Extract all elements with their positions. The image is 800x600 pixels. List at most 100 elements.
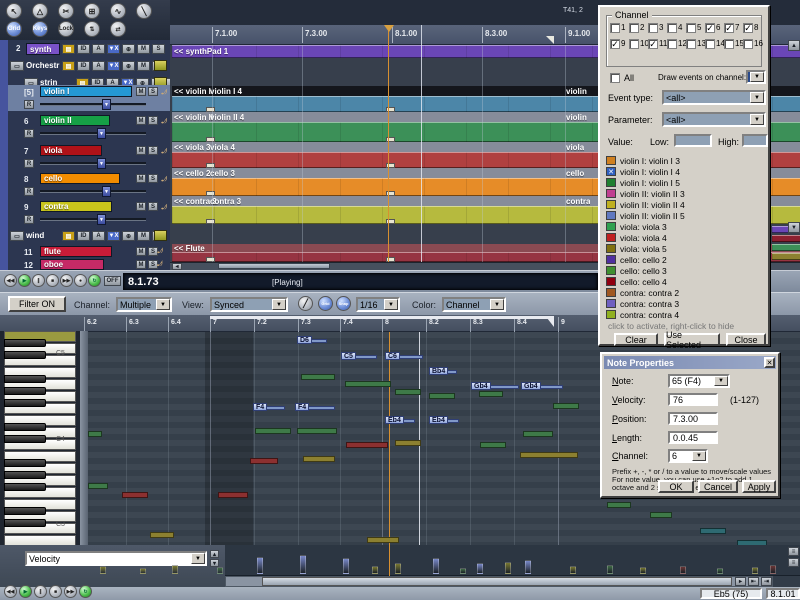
record-enable-button[interactable]: R — [24, 187, 34, 196]
track-button-▤[interactable]: ▤ — [62, 61, 75, 71]
part-list-item[interactable]: violin II: violin II 5 — [606, 210, 766, 221]
tool-button-row2-3[interactable]: Lock — [58, 21, 74, 37]
velocity-bar[interactable] — [752, 567, 758, 574]
track-button-⊕[interactable]: ⊕ — [122, 231, 135, 241]
value-high-input[interactable] — [742, 134, 768, 147]
volume-slider-thumb[interactable]: ▼ — [97, 158, 106, 169]
midi-note-label[interactable]: Bb4 — [429, 367, 448, 375]
dropdown-arrow[interactable]: ▼ — [191, 553, 205, 564]
black-key[interactable] — [4, 435, 46, 443]
channel-checkbox-12[interactable] — [667, 39, 677, 49]
track-row-viola[interactable]: 7violaMS♪R▼ — [8, 144, 170, 170]
midi-note[interactable] — [345, 381, 391, 387]
part-list-item[interactable]: violin II: violin II 4 — [606, 199, 766, 210]
midi-note[interactable] — [122, 492, 148, 498]
channel-checkbox-8[interactable]: ✓ — [743, 23, 753, 33]
velocity-bar[interactable] — [140, 568, 146, 574]
dropdown-arrow[interactable]: ▼ — [750, 114, 764, 125]
mini-transport-0[interactable]: ◀◀ — [4, 585, 17, 598]
vel-zoom-in[interactable]: ▴ — [210, 550, 219, 558]
transport-play-button[interactable]: ▶ — [18, 274, 31, 287]
loop-range-bar[interactable] — [210, 316, 554, 319]
arranger-hscroll-left[interactable]: ◂ — [172, 263, 182, 270]
snap-toggle-button[interactable]: Snap — [336, 296, 351, 311]
channel-mode-select[interactable]: Multiple▼ — [116, 297, 172, 312]
midi-note-label[interactable]: F4 — [253, 403, 267, 411]
record-enable-button[interactable]: R — [24, 100, 34, 109]
midi-note[interactable] — [218, 492, 248, 498]
keyboard[interactable]: C5C4C3 — [0, 331, 80, 545]
track-button-▼X[interactable]: ▼X — [107, 61, 120, 71]
solo-button[interactable]: S — [148, 202, 158, 211]
keyboard-gutter[interactable] — [80, 331, 88, 545]
track-name[interactable]: flute — [40, 246, 112, 257]
grid-toggle-button[interactable]: Grid — [318, 296, 333, 311]
black-key[interactable] — [4, 375, 46, 383]
part-list-item[interactable]: violin I: violin I 5 — [606, 177, 766, 188]
clip-label[interactable]: << violin II — [174, 112, 213, 122]
tool-button-3[interactable]: ✂ — [58, 3, 74, 19]
draw-channel-select[interactable]: 6▼ — [746, 70, 766, 84]
velocity-bar[interactable] — [300, 555, 306, 574]
loop-end-marker[interactable] — [546, 36, 554, 44]
track-button-ID[interactable]: ID — [77, 61, 90, 71]
track-name[interactable]: cello — [40, 173, 120, 184]
track-button-M[interactable]: M — [137, 231, 150, 241]
record-enable-button[interactable]: R — [24, 129, 34, 138]
part-color-swatch[interactable] — [606, 288, 616, 297]
track-row-Orchestr[interactable]: ▭Orchestr▤IDA▼X⊕MS — [8, 58, 170, 75]
pr-hscroll-thumb[interactable] — [262, 577, 732, 586]
track-button-A[interactable]: A — [92, 231, 105, 241]
track-name[interactable]: synth — [26, 43, 60, 55]
track-button-▤[interactable]: ▤ — [62, 44, 75, 54]
clip-label[interactable]: << cello 2 — [174, 168, 210, 178]
velocity-bar[interactable] — [257, 557, 263, 574]
part-color-swatch[interactable] — [606, 211, 616, 220]
part-color-swatch[interactable] — [606, 222, 616, 231]
mute-button[interactable]: M — [136, 146, 146, 155]
track-row-violin I[interactable]: [5]violin IMS♪R▼ — [8, 85, 170, 111]
velocity-mode-select[interactable]: Velocity▼ — [25, 551, 207, 566]
transport-record-button[interactable]: ● — [74, 274, 87, 287]
clip-label[interactable]: << synthPad 1 — [174, 45, 228, 58]
part-list-item[interactable]: cello: cello 2 — [606, 254, 766, 265]
midi-note[interactable] — [429, 393, 455, 399]
black-key[interactable] — [4, 483, 46, 491]
dialog-select[interactable]: 65 (F4)▼ — [668, 374, 730, 388]
mute-button[interactable]: M — [136, 174, 146, 183]
part-list-item[interactable]: contra: contra 4 — [606, 309, 766, 320]
midi-note[interactable] — [255, 428, 291, 434]
record-enable-button[interactable]: R — [24, 215, 34, 224]
track-name[interactable]: wind — [26, 231, 44, 240]
part-color-swatch[interactable] — [606, 233, 616, 242]
dropdown-arrow[interactable]: ▼ — [156, 299, 170, 310]
midi-note[interactable] — [303, 456, 335, 462]
dropdown-arrow[interactable]: ▼ — [750, 72, 764, 82]
midi-note[interactable] — [250, 458, 278, 464]
velocity-bar[interactable] — [100, 566, 106, 574]
velocity-bar[interactable] — [505, 562, 511, 574]
transport-off-button[interactable]: OFF — [104, 276, 121, 286]
black-key[interactable] — [4, 387, 46, 395]
solo-button[interactable]: S — [148, 116, 158, 125]
velocity-bar[interactable] — [570, 566, 576, 574]
part-color-swatch[interactable] — [606, 299, 616, 308]
mini-transport-4[interactable]: ▶▶ — [64, 585, 77, 598]
part-list-item[interactable]: violin I: violin I 3 — [606, 155, 766, 166]
midi-note[interactable] — [479, 391, 503, 397]
volume-slider-thumb[interactable]: ▼ — [97, 128, 106, 139]
solo-button[interactable]: S — [148, 146, 158, 155]
track-row-cello[interactable]: 8celloMS♪R▼ — [8, 172, 170, 198]
folder-icon[interactable]: ▭ — [10, 231, 24, 241]
parameter-select[interactable]: <all>▼ — [662, 112, 766, 127]
part-color-swatch[interactable]: ✕ — [606, 167, 616, 176]
midi-note[interactable] — [395, 389, 421, 395]
channel-checkbox-13[interactable] — [686, 39, 696, 49]
velocity-bar[interactable] — [172, 565, 178, 574]
transport-loop-button[interactable]: ↻ — [88, 274, 101, 287]
mute-button[interactable]: M — [136, 260, 146, 269]
midi-note[interactable] — [88, 483, 108, 489]
dropdown-arrow[interactable]: ▼ — [714, 376, 728, 386]
dropdown-arrow[interactable]: ▼ — [272, 299, 286, 310]
mute-button[interactable]: M — [136, 116, 146, 125]
